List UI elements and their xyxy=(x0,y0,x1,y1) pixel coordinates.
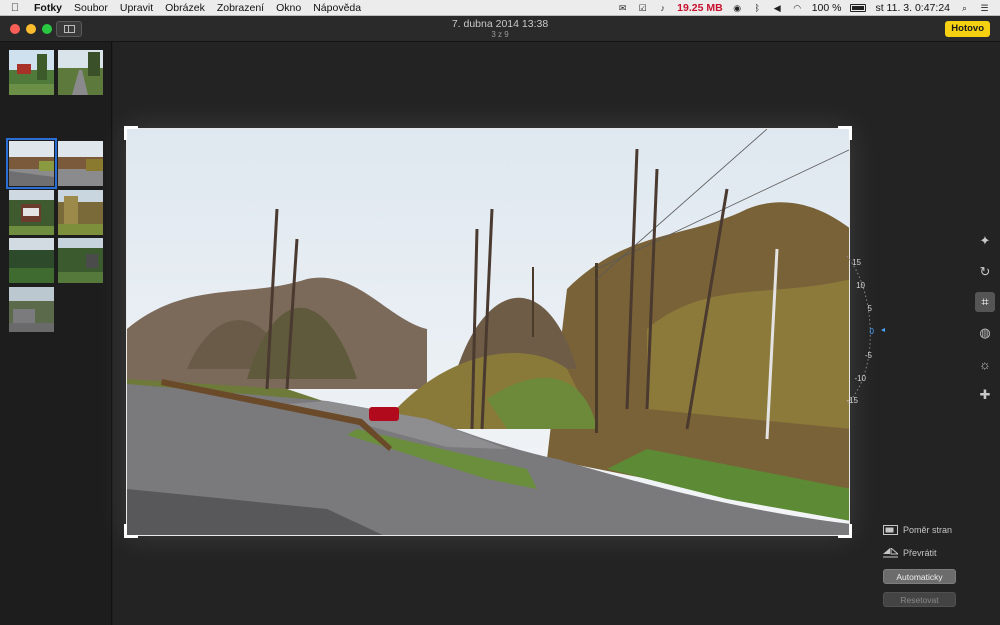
window-subtitle: 3 z 9 xyxy=(491,30,509,39)
thumbnail-3[interactable] xyxy=(6,138,57,189)
thumbnail-5[interactable] xyxy=(9,190,54,235)
volume-icon[interactable]: ◀ xyxy=(772,3,783,13)
clock[interactable]: st 11. 3. 0:47:24 xyxy=(875,2,950,14)
dial-label-15: 15 xyxy=(852,258,861,267)
magic-wand-icon[interactable]: ✦ xyxy=(975,231,995,251)
thumbnail-9[interactable] xyxy=(9,287,54,332)
window-titlebar: 7. dubna 2014 13:38 3 z 9 Hotovo xyxy=(0,16,1000,42)
dial-label-minus-5: -5 xyxy=(864,351,872,360)
menu-window[interactable]: Okno xyxy=(270,2,307,14)
wifi-icon[interactable]: ◠ xyxy=(792,3,803,13)
flip-icon xyxy=(883,548,898,558)
dial-label-10: 10 xyxy=(856,281,865,290)
aspect-ratio-option[interactable]: Poměr stran xyxy=(883,525,952,535)
thumbnail-7[interactable] xyxy=(9,238,54,283)
thumbnail-2[interactable] xyxy=(58,50,103,95)
dial-label-0: 0 xyxy=(869,327,874,336)
thumbnail-6[interactable] xyxy=(58,190,103,235)
menu-help[interactable]: Nápověda xyxy=(307,2,367,14)
menu-app-name[interactable]: Fotky xyxy=(30,2,68,14)
timemachine-icon[interactable]: ◉ xyxy=(732,3,743,13)
menu-file[interactable]: Soubor xyxy=(68,2,114,14)
reset-button[interactable]: Resetovat xyxy=(883,592,956,607)
crop-icon[interactable]: ⌗ xyxy=(975,292,995,312)
spotlight-icon[interactable]: ⌕ xyxy=(959,3,970,13)
crop-handle-top-right[interactable] xyxy=(838,126,852,140)
landscape-photo xyxy=(127,129,849,535)
mail-icon[interactable]: ✉ xyxy=(617,3,628,13)
notification-center-icon[interactable]: ☰ xyxy=(979,3,990,13)
menu-bar:  Fotky Soubor Upravit Obrázek Zobrazení… xyxy=(0,0,1000,16)
auto-button[interactable]: Automaticky xyxy=(883,569,956,584)
task-icon[interactable]: ☑ xyxy=(637,3,648,13)
filters-icon[interactable]: ◍ xyxy=(975,323,995,343)
flip-option[interactable]: Převrátit xyxy=(883,548,937,558)
thumbnail-8[interactable] xyxy=(58,238,103,283)
aspect-ratio-icon xyxy=(883,525,898,535)
dial-label-5: 5 xyxy=(867,304,872,313)
rotate-icon[interactable]: ↻ xyxy=(975,262,995,282)
aspect-ratio-label: Poměr stran xyxy=(903,525,953,535)
battery-icon[interactable] xyxy=(850,3,867,12)
flip-label: Převrátit xyxy=(903,548,937,558)
thumbnail-4[interactable] xyxy=(58,141,103,186)
memory-usage[interactable]: 19.25 MB xyxy=(677,2,723,14)
adjust-icon[interactable]: ☼ xyxy=(975,354,995,374)
apple-menu-icon[interactable]:  xyxy=(0,2,30,14)
status-area: ✉ ☑ ♪ 19.25 MB ◉ ᛒ ◀ ◠ 100 % st 11. 3. 0… xyxy=(617,2,1000,14)
battery-percent[interactable]: 100 % xyxy=(812,2,842,14)
window-title: 7. dubna 2014 13:38 xyxy=(451,18,549,30)
menu-image[interactable]: Obrázek xyxy=(159,2,211,14)
bluetooth-icon[interactable]: ᛒ xyxy=(752,3,763,13)
crop-handle-top-left[interactable] xyxy=(124,126,138,140)
crop-handle-bottom-right[interactable] xyxy=(838,524,852,538)
photo-crop-area[interactable] xyxy=(126,128,850,536)
done-button[interactable]: Hotovo xyxy=(945,21,990,37)
menu-view[interactable]: Zobrazení xyxy=(211,2,270,14)
menu-edit[interactable]: Upravit xyxy=(114,2,159,14)
thumbnail-1[interactable] xyxy=(9,50,54,95)
bell-icon[interactable]: ♪ xyxy=(657,3,668,13)
crop-handle-bottom-left[interactable] xyxy=(124,524,138,538)
dial-pointer-icon xyxy=(881,328,885,332)
thumbnail-strip[interactable] xyxy=(0,42,112,625)
dial-label-minus-10: -10 xyxy=(854,374,866,383)
dial-label-minus-15: -15 xyxy=(846,396,858,405)
retouch-icon[interactable]: ✚ xyxy=(975,385,995,405)
